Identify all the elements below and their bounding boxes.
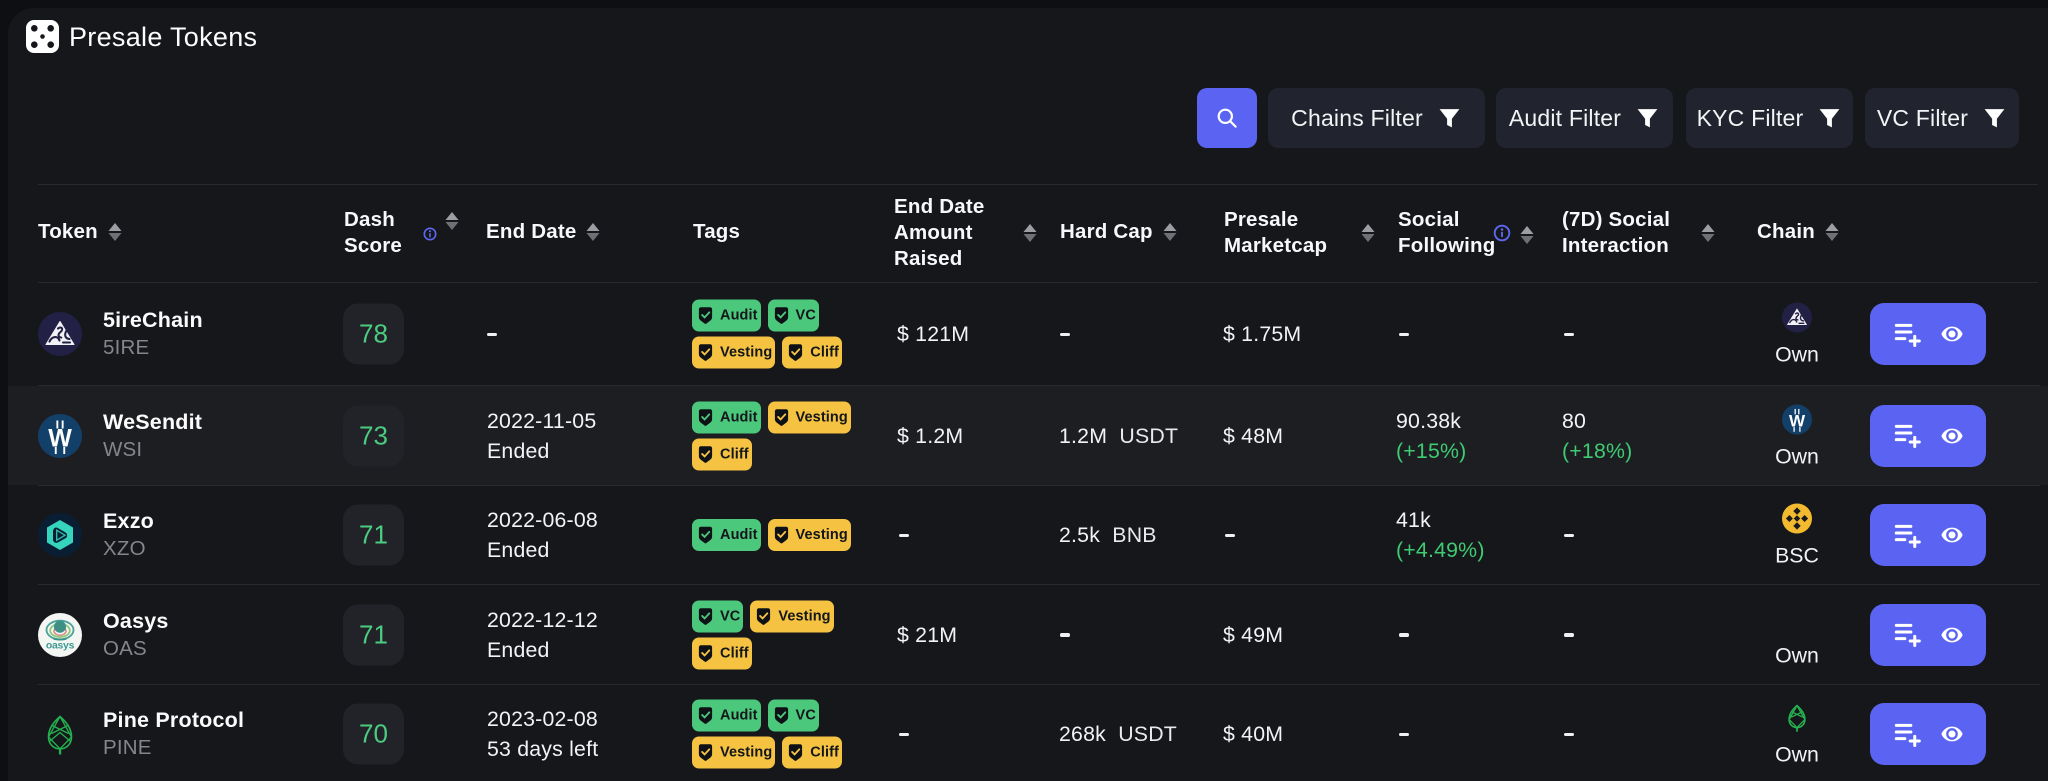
svg-text:oasys: oasys: [46, 639, 75, 651]
svg-text:W: W: [48, 424, 72, 452]
svg-text:W: W: [1789, 411, 1806, 430]
